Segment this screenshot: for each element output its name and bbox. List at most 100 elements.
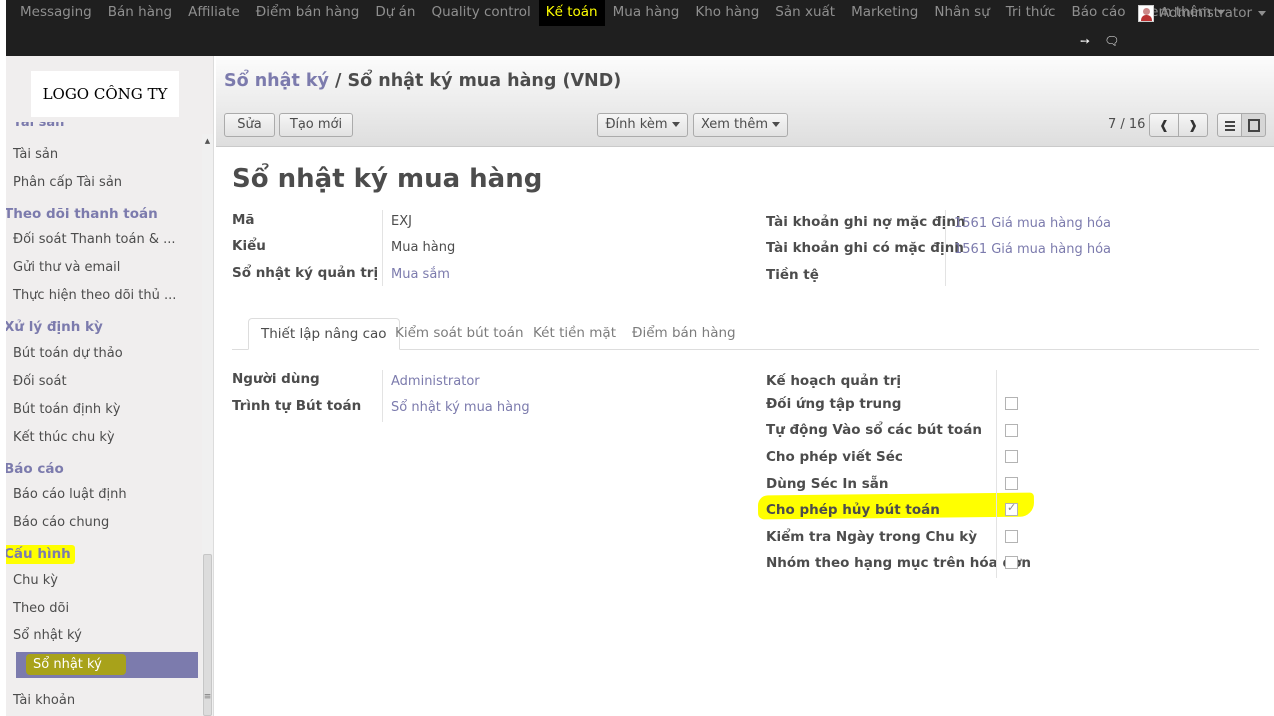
- field-divider: [945, 210, 946, 286]
- sidebar-partial-item: Tài sản: [13, 122, 65, 130]
- pager-previous-icon[interactable]: ❰: [1149, 113, 1179, 137]
- menu-sales[interactable]: Bán hàng: [100, 0, 180, 26]
- sidebar-item-manual-followup[interactable]: Thực hiện theo dõi thủ ...: [13, 288, 176, 303]
- currency-label: Tiền tệ: [766, 267, 819, 283]
- centralized-counterpart-checkbox[interactable]: [1005, 397, 1018, 410]
- analytic-journal-value[interactable]: Mua sắm: [391, 267, 450, 282]
- sidebar-item-generic-reports[interactable]: Báo cáo chung: [13, 515, 109, 530]
- menu-pos[interactable]: Điểm bán hàng: [248, 0, 368, 26]
- create-button[interactable]: Tạo mới: [279, 113, 353, 137]
- user-menu[interactable]: Administrator: [1138, 0, 1267, 26]
- more-dropdown[interactable]: Xem thêm: [693, 113, 788, 137]
- more-label: Xem thêm: [700, 117, 769, 132]
- sidebar-item-legal-reports[interactable]: Báo cáo luật định: [13, 487, 127, 502]
- entry-sequence-value[interactable]: Sổ nhật ký mua hàng: [391, 400, 530, 415]
- type-label: Kiểu: [232, 238, 266, 254]
- menu-hr[interactable]: Nhân sự: [926, 0, 997, 26]
- caret-down-icon: [671, 122, 680, 127]
- avatar: [1138, 4, 1154, 22]
- sidebar-section-payment-tracking: Theo dõi thanh toán: [6, 206, 158, 222]
- check-date-in-period-checkbox[interactable]: [1005, 530, 1018, 543]
- record-title: Sổ nhật ký mua hàng: [232, 164, 543, 194]
- centralized-counterpart-label: Đối ứng tập trung: [766, 396, 902, 412]
- group-invoice-lines-label: Nhóm theo hạng mục trên hóa đơn: [766, 555, 1032, 571]
- attach-dropdown[interactable]: Đính kèm: [597, 113, 688, 137]
- menu-purchase[interactable]: Mua hàng: [605, 0, 688, 26]
- sidebar-section-configuration: Cấu hình: [6, 545, 75, 564]
- company-logo[interactable]: LOGO CÔNG TY: [31, 71, 179, 117]
- menu-affiliate[interactable]: Affiliate: [180, 0, 248, 26]
- sidebar-scrollbar[interactable]: ▲ ≡: [202, 134, 213, 716]
- main-menu: Messaging Bán hàng Affiliate Điểm bán hà…: [6, 0, 1233, 26]
- auto-post-label: Tự động Vào sổ các bút toán: [766, 422, 982, 438]
- tab-point-of-sale[interactable]: Điểm bán hàng: [632, 318, 736, 350]
- tab-advanced-settings[interactable]: Thiết lập nâng cao: [248, 318, 400, 350]
- tab-entry-controls[interactable]: Kiểm soát bút toán: [395, 318, 524, 350]
- breadcrumb-separator: /: [328, 71, 348, 91]
- sidebar-section-reports: Báo cáo: [6, 461, 64, 477]
- sidebar-item-accounts[interactable]: Tài khoản: [13, 693, 75, 708]
- sidebar-item-periods[interactable]: Chu kỳ: [13, 573, 58, 588]
- menu-marketing[interactable]: Marketing: [843, 0, 926, 26]
- sidebar-item-draft-entries[interactable]: Bút toán dự thảo: [13, 346, 123, 361]
- menu-manufacturing[interactable]: Sản xuất: [767, 0, 843, 26]
- debit-account-label: Tài khoản ghi nợ mặc định: [766, 214, 966, 230]
- breadcrumb-current: Sổ nhật ký mua hàng (VND): [347, 71, 622, 91]
- logout-icon[interactable]: ➙: [1080, 34, 1090, 48]
- allow-check-writing-label: Cho phép viết Séc: [766, 449, 903, 465]
- code-label: Mã: [232, 212, 255, 228]
- user-label: Người dùng: [232, 371, 320, 387]
- sidebar: Tài sản LOGO CÔNG TY Tài sản Phân cấp Tà…: [6, 56, 214, 716]
- sidebar-item-label: Sổ nhật ký: [33, 657, 102, 672]
- system-icons: ➙ 🗨: [1080, 34, 1119, 48]
- type-value: Mua hàng: [391, 240, 456, 255]
- menu-quality-control[interactable]: Quality control: [423, 0, 538, 26]
- menu-knowledge[interactable]: Tri thức: [998, 0, 1064, 26]
- sidebar-item-close-period[interactable]: Kết thúc chu kỳ: [13, 430, 115, 445]
- menu-accounting[interactable]: Kế toán: [538, 0, 605, 26]
- field-divider: [382, 210, 383, 286]
- top-navbar: Messaging Bán hàng Affiliate Điểm bán hà…: [6, 0, 1274, 56]
- sidebar-item-assets[interactable]: Tài sản: [13, 147, 58, 162]
- attach-label: Đính kèm: [605, 117, 668, 132]
- pager-next-icon[interactable]: ❱: [1178, 113, 1208, 137]
- breadcrumb: Sổ nhật ký / Sổ nhật ký mua hàng (VND): [224, 71, 621, 91]
- caret-down-icon: [772, 122, 781, 127]
- caret-down-icon: [1258, 10, 1267, 16]
- preprinted-check-checkbox[interactable]: [1005, 477, 1018, 490]
- sidebar-item-recurring-entries[interactable]: Bút toán định kỳ: [13, 402, 120, 417]
- sidebar-item-journals-group[interactable]: Sổ nhật ký: [13, 628, 82, 643]
- scroll-up-icon[interactable]: ▲: [202, 134, 213, 148]
- auto-post-checkbox[interactable]: [1005, 424, 1018, 437]
- field-divider: [996, 370, 997, 578]
- sidebar-item-payment-reconcile[interactable]: Đối soát Thanh toán & ...: [13, 232, 176, 247]
- form-view-icon[interactable]: [1241, 113, 1266, 137]
- breadcrumb-parent[interactable]: Sổ nhật ký: [224, 71, 329, 91]
- sidebar-item-journals-active[interactable]: Sổ nhật ký: [16, 652, 198, 678]
- allow-check-writing-checkbox[interactable]: [1005, 450, 1018, 463]
- analytic-plan-label: Kế hoạch quản trị: [766, 373, 902, 389]
- analytic-journal-label: Sổ nhật ký quản trị: [232, 265, 379, 281]
- allow-cancel-entries-checkbox[interactable]: [1005, 501, 1018, 516]
- sidebar-item-send-email[interactable]: Gửi thư và email: [13, 260, 120, 275]
- sidebar-item-follow[interactable]: Theo dõi: [13, 601, 69, 616]
- group-invoice-lines-checkbox[interactable]: [1005, 556, 1018, 569]
- credit-account-value[interactable]: 1561 Giá mua hàng hóa: [954, 242, 1111, 257]
- user-value[interactable]: Administrator: [391, 374, 480, 389]
- tab-cash-registers[interactable]: Két tiền mặt: [533, 318, 616, 350]
- preprinted-check-label: Dùng Séc In sẵn: [766, 476, 889, 492]
- edit-button[interactable]: Sửa: [224, 113, 275, 137]
- menu-messaging[interactable]: Messaging: [12, 0, 100, 26]
- menu-reporting[interactable]: Báo cáo: [1063, 0, 1133, 26]
- code-value: EXJ: [391, 214, 412, 229]
- list-view-icon[interactable]: [1217, 113, 1242, 137]
- chat-icon[interactable]: 🗨: [1104, 34, 1119, 48]
- sidebar-item-reconcile[interactable]: Đối soát: [13, 374, 67, 389]
- menu-project[interactable]: Dự án: [367, 0, 423, 26]
- debit-account-value[interactable]: 1561 Giá mua hàng hóa: [954, 216, 1111, 231]
- menu-warehouse[interactable]: Kho hàng: [687, 0, 767, 26]
- scroll-grip-icon: ≡: [203, 692, 212, 702]
- control-panel: Sổ nhật ký / Sổ nhật ký mua hàng (VND) S…: [216, 56, 1274, 147]
- pager-value: 7 / 16: [1108, 117, 1146, 132]
- sidebar-item-asset-categories[interactable]: Phân cấp Tài sản: [13, 175, 122, 190]
